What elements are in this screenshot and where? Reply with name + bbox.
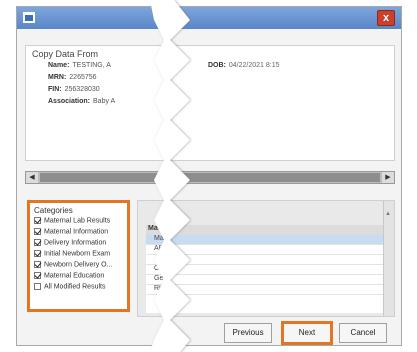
fin-row: FIN: 256328030 xyxy=(48,86,100,93)
group-title: Copy Data From xyxy=(32,49,99,59)
scroll-right-arrow-icon[interactable]: ▶ xyxy=(382,172,394,183)
app-icon xyxy=(23,12,35,23)
category-delivery-information[interactable]: Delivery Information xyxy=(34,239,129,249)
checkbox[interactable] xyxy=(34,239,41,246)
previous-button[interactable]: Previous xyxy=(224,323,272,343)
checkbox[interactable] xyxy=(34,272,41,279)
categories-panel: Categories Maternal Lab Results Maternal… xyxy=(27,200,130,312)
name-row: Name: TESTING, A xyxy=(48,62,111,69)
scroll-up-arrow-icon[interactable]: ▲ xyxy=(385,211,391,217)
close-button[interactable]: x xyxy=(377,10,395,26)
category-all-modified-results[interactable]: All Modified Results xyxy=(34,283,129,293)
checkbox[interactable] xyxy=(34,250,41,257)
checkbox[interactable] xyxy=(34,228,41,235)
dob-row: DOB: 04/22/2021 8:15 xyxy=(208,62,280,69)
category-maternal-education[interactable]: Maternal Education xyxy=(34,272,129,282)
next-button[interactable]: Next xyxy=(281,321,333,345)
category-maternal-lab-results[interactable]: Maternal Lab Results xyxy=(34,217,129,227)
mrn-row: MRN: 2265756 xyxy=(48,74,97,81)
checkbox[interactable] xyxy=(34,217,41,224)
category-newborn-delivery[interactable]: Newborn Delivery O... xyxy=(34,261,129,271)
scroll-left-arrow-icon[interactable]: ◀ xyxy=(26,172,38,183)
category-initial-newborn-exam[interactable]: Initial Newborn Exam xyxy=(34,250,129,260)
torn-edge-divider xyxy=(150,0,190,352)
cancel-button[interactable]: Cancel xyxy=(339,323,387,343)
checkbox[interactable] xyxy=(34,261,41,268)
checkbox[interactable] xyxy=(34,283,41,290)
category-maternal-information[interactable]: Maternal Information xyxy=(34,228,129,238)
vertical-scrollbar[interactable]: ▲ xyxy=(383,201,394,316)
association-row: Association: Baby A xyxy=(48,98,116,105)
categories-title: Categories xyxy=(34,206,73,215)
